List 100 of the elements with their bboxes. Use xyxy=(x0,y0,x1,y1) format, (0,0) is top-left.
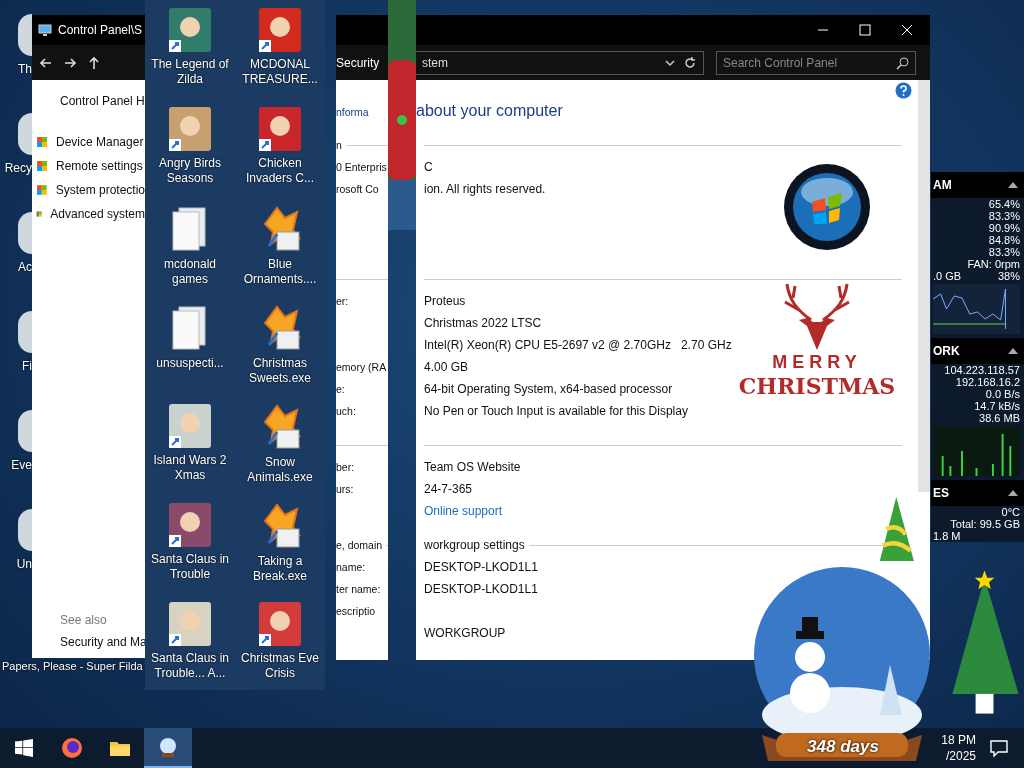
field-value: Team OS Website xyxy=(424,460,521,474)
gadget-reading: FAN: 0rpm xyxy=(967,258,1020,270)
desktop-shortcut-icon[interactable] xyxy=(18,212,32,254)
field-value: Proteus xyxy=(424,294,466,308)
online-support-link[interactable]: Online support xyxy=(424,504,503,518)
desktop-icon-label[interactable]: Recy xyxy=(4,161,32,175)
desktop-icon-label[interactable]: Ac xyxy=(18,260,32,274)
game-icon[interactable] xyxy=(259,107,301,151)
section-heading: workgroup settings xyxy=(424,538,525,552)
collapse-icon[interactable] xyxy=(1008,182,1018,188)
address-bar[interactable]: stem xyxy=(416,50,704,75)
page-heading: nforma xyxy=(336,106,369,118)
game-icon[interactable] xyxy=(169,107,211,151)
clock-time: 18 PM xyxy=(941,733,976,747)
desktop-icon-label[interactable]: mcdonald games xyxy=(147,257,233,287)
collapse-icon[interactable] xyxy=(1008,490,1018,496)
field-label: uch: xyxy=(336,405,356,417)
desktop-icon-label[interactable]: Eve xyxy=(11,458,32,472)
breadcrumb-text[interactable]: Security xyxy=(336,55,380,70)
gadget-title: ORK xyxy=(933,344,960,358)
settings-link[interactable]: Device Manager xyxy=(56,135,144,149)
field-value: 24-7-365 xyxy=(424,482,473,496)
field-label: e: xyxy=(336,383,345,395)
game-icon[interactable] xyxy=(169,8,211,52)
desktop-icon-label[interactable]: Fi xyxy=(22,359,32,373)
field-value: Christmas 2022 LTSC xyxy=(424,316,542,330)
gadget-reading: 0.0 B/s xyxy=(985,388,1020,400)
title-bar xyxy=(336,15,388,45)
settings-link[interactable]: System protectio xyxy=(55,183,145,197)
greeting-text: CHRISTMAS xyxy=(738,373,896,399)
field-value: ion. All rights reserved. xyxy=(424,182,546,196)
field-value: DESKTOP-LKOD1L1 xyxy=(424,560,538,574)
field-value: No Pen or Touch Input is available for this Display xyxy=(424,404,688,418)
gadget-title: ES xyxy=(933,486,949,500)
desktop-shortcut-icon[interactable] xyxy=(18,509,32,551)
start-icon[interactable] xyxy=(15,739,33,757)
desktop-icon-label[interactable]: Snow Animals.exe xyxy=(237,455,323,485)
clock-date: /2025 xyxy=(945,749,976,763)
field-value: WORKGROUP xyxy=(424,626,506,640)
field-label: escriptio xyxy=(336,605,376,617)
game-icon[interactable] xyxy=(259,8,301,52)
desktop-shortcut-icon[interactable] xyxy=(18,113,32,155)
field-value: DESKTOP-LKOD1L1 xyxy=(424,582,538,596)
desktop-icon-label[interactable]: Angry Birds Seasons xyxy=(147,156,233,186)
gadget-reading: 84.8% xyxy=(988,234,1020,246)
desktop-icon-label[interactable]: Taking a Break.exe xyxy=(237,554,323,584)
home-link[interactable]: Control Panel H xyxy=(60,94,145,108)
desktop-icon-label[interactable]: Christmas Eve Crisis xyxy=(237,651,323,681)
game-icon[interactable] xyxy=(259,602,301,646)
desktop-icon-label[interactable]: MCDONAL TREASURE... xyxy=(237,57,323,87)
close-icon[interactable] xyxy=(900,23,914,37)
search-icon[interactable] xyxy=(896,55,910,70)
page-heading: about your computer xyxy=(416,102,563,119)
desktop-shortcut-icon[interactable] xyxy=(18,410,32,452)
gadget-reading: Total: 99.5 GB xyxy=(950,518,1020,530)
desktop-icon-label[interactable]: Th xyxy=(18,62,32,76)
search-field[interactable]: Search Control Panel xyxy=(716,50,916,75)
desktop-icon-label[interactable]: Santa Claus in Trouble... A... xyxy=(147,651,233,681)
gadget-reading: 83.3% xyxy=(988,246,1020,258)
desktop-icon-label[interactable]: unsuspecti... xyxy=(147,356,233,371)
desktop-icon-label[interactable]: Santa Claus in Trouble xyxy=(147,552,233,582)
snow-globe-icon xyxy=(157,736,179,758)
desktop-icon-label[interactable]: Un xyxy=(16,557,32,571)
desktop-icon-label[interactable]: Blue Ornaments.... xyxy=(237,257,323,287)
desktop-icon-label[interactable]: Christmas Sweets.exe xyxy=(237,356,323,386)
field-value: C xyxy=(424,160,433,174)
field-label: rosoft Co xyxy=(336,183,379,195)
desktop-shortcut-icon[interactable] xyxy=(18,14,32,56)
window-title: Control Panel\S xyxy=(58,23,143,37)
field-value: Intel(R) Xeon(R) CPU E5-2697 v2 @ 2.70GHz 2.70 GHz xyxy=(424,338,732,352)
gadget-reading: 104.223.118.57 xyxy=(944,364,1020,376)
gadget-reading: 1.8 M xyxy=(933,530,961,542)
field-label: name: xyxy=(336,561,366,573)
game-icon[interactable] xyxy=(169,503,211,547)
collapse-icon[interactable] xyxy=(1008,348,1018,354)
gadget-reading: 192.168.16.2 xyxy=(955,376,1020,388)
field-value: 64-bit Operating System, x64-based processor xyxy=(424,382,673,396)
field-label: ber: xyxy=(336,461,355,473)
notification-icon[interactable] xyxy=(990,739,1008,757)
desktop-icon-label[interactable]: Papers, Please - Super Filda xyxy=(2,660,143,672)
desktop-icon-label[interactable]: The Legend of Zilda xyxy=(147,57,233,87)
greeting-text: MERRY xyxy=(772,352,862,373)
gadget-reading: 0°C xyxy=(1001,506,1020,518)
gadget-reading: 38.6 MB xyxy=(979,412,1020,424)
help-icon[interactable] xyxy=(895,82,912,99)
firefox-icon xyxy=(61,737,83,759)
maximize-icon[interactable] xyxy=(858,23,872,37)
desktop-icon-label[interactable]: Chicken Invaders C... xyxy=(237,156,323,186)
refresh-icon[interactable] xyxy=(683,55,697,70)
scrollbar[interactable] xyxy=(918,80,930,492)
desktop-icon-label[interactable]: Island Wars 2 Xmas xyxy=(147,453,233,483)
gadget-reading: 14.7 kB/s xyxy=(974,400,1020,412)
taskbar-app-button[interactable] xyxy=(144,728,192,768)
field-label: urs: xyxy=(336,483,354,495)
desktop-shortcut-icon[interactable] xyxy=(18,311,32,353)
field-label: ter name: xyxy=(336,583,381,595)
gadget-reading: 83.3% xyxy=(988,210,1020,222)
gadget-reading: 65.4% xyxy=(988,198,1020,210)
settings-link[interactable]: Advanced system xyxy=(50,207,145,221)
settings-link[interactable]: Remote settings xyxy=(56,159,143,173)
